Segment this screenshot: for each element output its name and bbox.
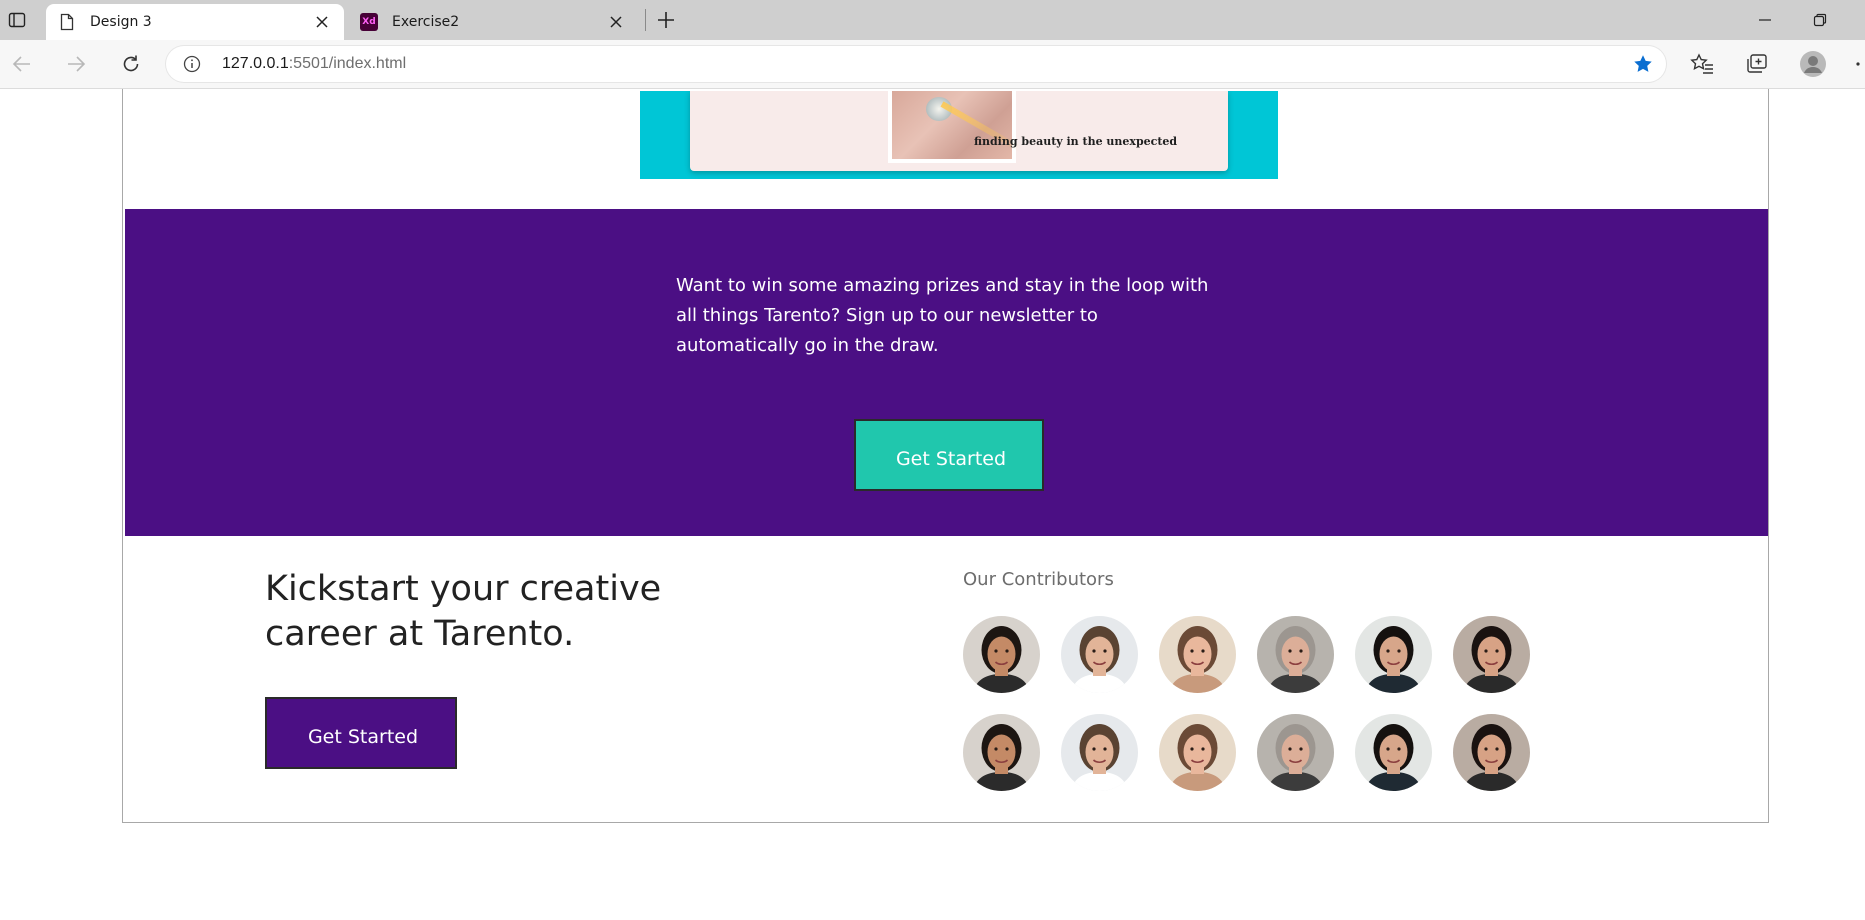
new-tab-button[interactable] xyxy=(652,7,680,33)
contributor-avatar-9 xyxy=(1159,714,1236,791)
browser-toolbar: 127.0.0.1:5501/index.html xyxy=(0,40,1865,89)
newsletter-text: Want to win some amazing prizes and stay… xyxy=(676,275,1209,356)
hero-card: finding beauty in the unexpected xyxy=(690,91,1228,171)
tab-strip: Design 3 Xd Exercise2 xyxy=(0,0,1865,40)
tab-exercise2[interactable]: Xd Exercise2 xyxy=(348,4,638,40)
url-host: 127.0.0.1 xyxy=(222,55,289,72)
favorites-list-icon xyxy=(1690,53,1713,74)
tab-design-3[interactable]: Design 3 xyxy=(46,4,344,40)
tab-title: Exercise2 xyxy=(392,14,460,30)
page-viewport: finding beauty in the unexpected Want to… xyxy=(122,89,1769,823)
tab-actions-button[interactable] xyxy=(4,7,30,33)
contributor-avatar-6 xyxy=(1453,616,1530,693)
tab-separator xyxy=(645,9,646,31)
tab-title: Design 3 xyxy=(90,14,152,30)
xd-badge: Xd xyxy=(360,13,378,31)
page-icon xyxy=(58,13,76,31)
kickstart-get-started-button[interactable]: Get Started xyxy=(265,697,457,769)
contributor-avatar-8 xyxy=(1061,714,1138,791)
kickstart-heading: Kickstart your creative career at Tarent… xyxy=(265,569,662,654)
refresh-icon xyxy=(123,55,139,72)
refresh-button[interactable] xyxy=(115,50,147,78)
plus-icon xyxy=(658,12,674,28)
url-port: :5501 xyxy=(288,55,329,72)
minimize-icon xyxy=(1759,19,1771,21)
collections-icon xyxy=(1747,54,1767,73)
minimize-button[interactable] xyxy=(1742,6,1788,34)
site-info-icon[interactable] xyxy=(182,54,202,74)
more-menu-button[interactable] xyxy=(1850,49,1865,79)
close-tab-icon[interactable] xyxy=(606,12,626,32)
url-path: /index.html xyxy=(328,55,407,72)
contributor-avatar-11 xyxy=(1355,714,1432,791)
address-bar[interactable]: 127.0.0.1:5501/index.html xyxy=(166,46,1666,82)
contributor-avatar-10 xyxy=(1257,714,1334,791)
favorites-button[interactable] xyxy=(1686,49,1718,79)
collections-button[interactable] xyxy=(1741,49,1773,79)
arrow-right-icon xyxy=(68,56,86,72)
forward-button[interactable] xyxy=(60,50,92,78)
arrow-left-icon xyxy=(12,56,30,72)
contributor-avatar-2 xyxy=(1061,616,1138,693)
xd-icon: Xd xyxy=(360,13,378,31)
restore-icon xyxy=(1813,13,1827,27)
restore-button[interactable] xyxy=(1797,6,1843,34)
contributors-label: Our Contributors xyxy=(963,569,1114,590)
bookmark-star-icon[interactable] xyxy=(1632,53,1654,75)
profile-avatar-icon xyxy=(1800,51,1826,77)
newsletter-get-started-button[interactable]: Get Started xyxy=(854,419,1044,491)
back-button[interactable] xyxy=(6,50,38,78)
hero-caption: finding beauty in the unexpected xyxy=(974,135,1178,148)
more-icon xyxy=(1855,62,1860,66)
newsletter-section: Want to win some amazing prizes and stay… xyxy=(125,209,1768,536)
contributor-avatar-5 xyxy=(1355,616,1432,693)
tab-actions-icon xyxy=(8,12,26,28)
contributor-avatar-12 xyxy=(1453,714,1530,791)
contributor-avatar-4 xyxy=(1257,616,1334,693)
contributor-avatar-3 xyxy=(1159,616,1236,693)
profile-button[interactable] xyxy=(1797,49,1829,79)
hero-image: finding beauty in the unexpected xyxy=(640,91,1278,179)
contributor-avatar-7 xyxy=(963,714,1040,791)
url-text: 127.0.0.1:5501/index.html xyxy=(222,55,406,73)
close-tab-icon[interactable] xyxy=(312,12,332,32)
contributor-avatar-1 xyxy=(963,616,1040,693)
hero-photo xyxy=(888,91,1022,163)
